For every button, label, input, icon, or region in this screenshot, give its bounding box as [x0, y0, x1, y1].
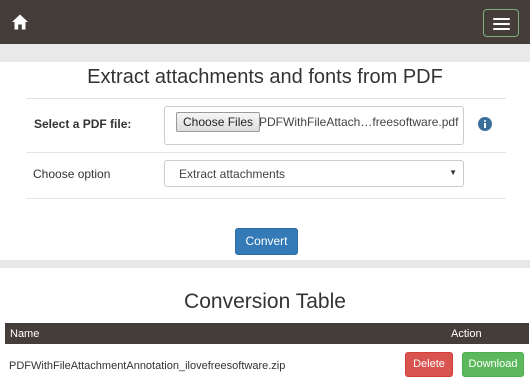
dropdown-arrow-icon: ▼ [449, 168, 457, 177]
divider [26, 98, 506, 99]
hamburger-icon [493, 18, 510, 20]
choose-files-button[interactable]: Choose Files [176, 112, 261, 132]
page-title: Extract attachments and fonts from PDF [87, 66, 443, 88]
info-icon[interactable] [478, 117, 492, 131]
table-title: Conversion Table [184, 290, 346, 313]
file-input[interactable]: Choose Files PDFWithFileAttach…freesoftw… [164, 106, 464, 145]
option-select[interactable]: Extract attachments ▼ [164, 160, 464, 187]
file-name-cell: PDFWithFileAttachmentAnnotation_ilovefre… [9, 360, 286, 372]
column-header-action: Action [451, 328, 482, 340]
home-icon[interactable] [11, 13, 29, 31]
section-divider [0, 44, 530, 62]
column-header-name: Name [10, 328, 40, 340]
option-field-label: Choose option [33, 167, 111, 181]
file-field-label: Select a PDF file: [34, 117, 132, 131]
convert-button[interactable]: Convert [235, 228, 298, 255]
divider [26, 198, 506, 199]
table-header: Name Action [5, 323, 529, 344]
hamburger-menu-button[interactable] [483, 9, 519, 37]
download-button[interactable]: Download [462, 352, 524, 377]
selected-file-name: PDFWithFileAttach…freesoftware.pdf [259, 115, 459, 129]
delete-button[interactable]: Delete [405, 352, 453, 377]
top-navbar [0, 0, 530, 44]
section-divider [0, 260, 530, 268]
divider [26, 152, 506, 153]
option-selected-value: Extract attachments [179, 167, 286, 181]
